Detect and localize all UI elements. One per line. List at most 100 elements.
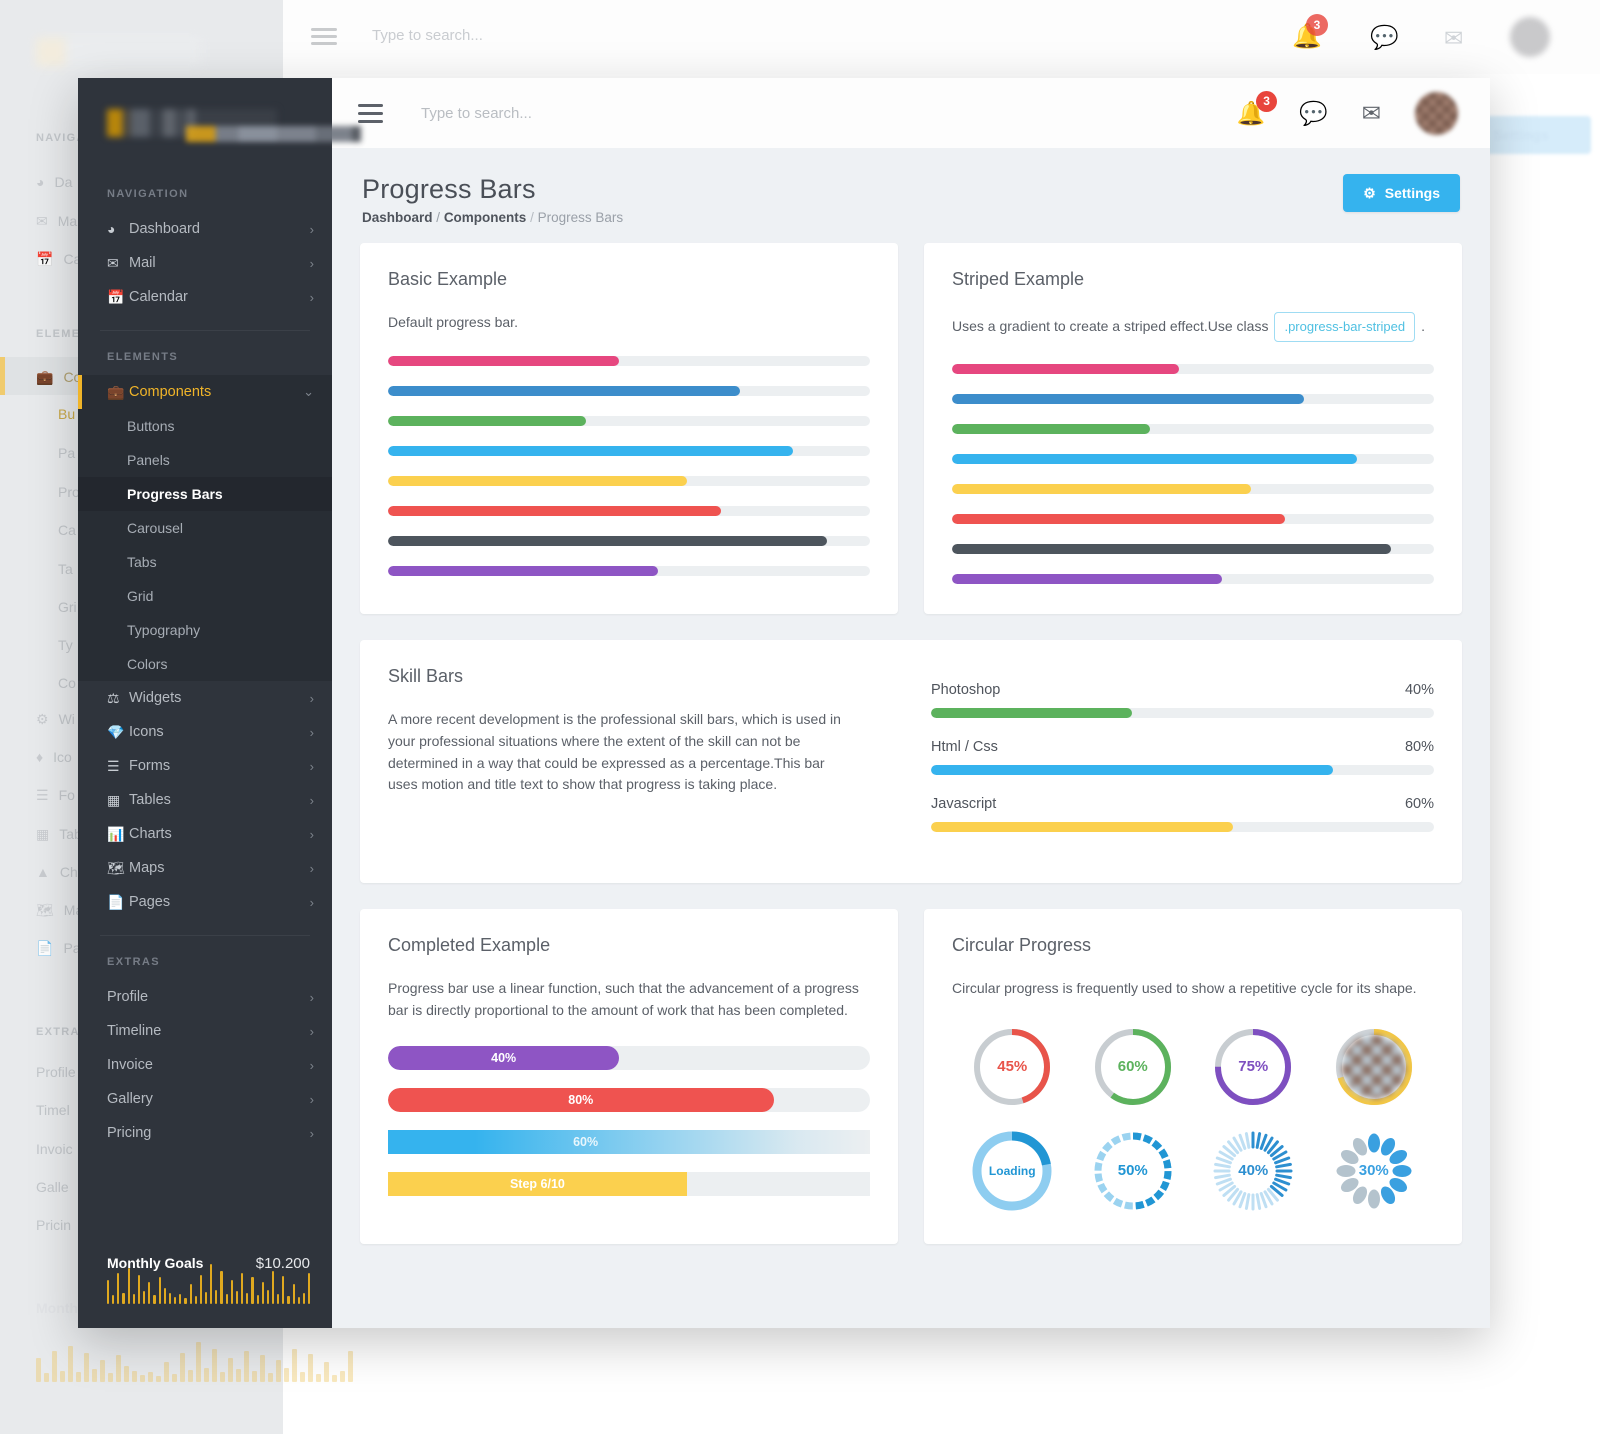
row-basic-striped: Basic Example Default progress bar. Stri… (360, 243, 1462, 615)
card-title: Completed Example (388, 935, 551, 956)
sidebar-item-pricing[interactable]: Pricing › (78, 1116, 332, 1150)
sparkline-bar (316, 1374, 321, 1382)
breadcrumb: Dashboard / Components / Progress Bars (362, 210, 623, 225)
sidebar-item-calendar[interactable]: 📅 Calendar › (78, 280, 332, 314)
sidebar-sub-carousel[interactable]: Carousel (78, 511, 332, 545)
background-goals-label: Monthl (36, 1300, 82, 1316)
sidebar-item-icons[interactable]: 💎 Icons › (78, 715, 332, 749)
progress-bar-dark (388, 535, 827, 546)
sidebar-sub-buttons[interactable]: Buttons (78, 409, 332, 443)
sparkline-bar (108, 1373, 113, 1382)
sidebar-item-timeline[interactable]: Timeline › (78, 1014, 332, 1048)
chevron-right-icon: › (309, 1091, 314, 1107)
card-completed-example: Completed Example Progress bar use a lin… (360, 909, 898, 1244)
sidebar-sub-typography[interactable]: Typography (78, 613, 332, 647)
card-description: Uses a gradient to create a striped effe… (952, 312, 1434, 343)
progress-track (952, 484, 1434, 495)
chevron-right-icon: › (309, 860, 314, 876)
sparkline-bar (324, 1362, 329, 1382)
background-item-widgets: ⚙ Wi (36, 711, 75, 727)
mail-icon: ✉ (107, 254, 119, 271)
background-item-components: 💼 Co (36, 369, 82, 385)
sidebar-item-label: Invoice (107, 1057, 153, 1073)
progress-bar-yellow (388, 475, 687, 486)
sidebar-nav: NAVIGATION ◕ Dashboard › ✉ Mail › 📅 Cale… (78, 168, 332, 1255)
background-accent-strip (0, 357, 5, 395)
sidebar-sub-tabs[interactable]: Tabs (78, 545, 332, 579)
settings-button[interactable]: ⚙ Settings (1343, 174, 1460, 212)
progress-track (952, 454, 1434, 465)
sidebar-item-charts[interactable]: 📊 Charts › (78, 817, 332, 851)
background-sub-panels: Pa (58, 445, 76, 461)
sparkline-bar (132, 1370, 137, 1382)
sidebar-sub-progress-bars[interactable]: Progress Bars (78, 477, 332, 511)
background-item-pricing: Pricin (36, 1217, 72, 1233)
sidebar-item-dashboard[interactable]: ◕ Dashboard › (78, 212, 332, 246)
skill-track (931, 822, 1434, 833)
chat-icon[interactable]: 💬 (1299, 101, 1328, 125)
sidebar: NAVIGATION ◕ Dashboard › ✉ Mail › 📅 Cale… (78, 78, 361, 1328)
sidebar-item-label: Tables (129, 792, 171, 808)
sparkline-bar (261, 1281, 264, 1304)
mail-icon[interactable]: ✉ (1362, 101, 1381, 125)
sidebar-item-label: Forms (129, 758, 171, 774)
sparkline-bar (172, 1374, 177, 1382)
sparkline-bar (68, 1346, 73, 1382)
sparkline-bar (268, 1373, 273, 1382)
skill-value: 80% (1404, 739, 1434, 756)
monthly-goals-label: Monthly Goals (107, 1255, 204, 1271)
sidebar-item-gallery[interactable]: Gallery › (78, 1082, 332, 1116)
sparkline-bar (148, 1281, 151, 1304)
sidebar-item-label: Mail (129, 255, 156, 271)
progress-track (952, 364, 1434, 375)
code-chip: .progress-bar-striped (1274, 312, 1416, 343)
sparkline-bar (340, 1370, 345, 1382)
sidebar-item-label: Gallery (107, 1091, 153, 1107)
search-input[interactable] (421, 104, 1237, 122)
progress-bar-blue (388, 385, 740, 396)
card-title: Skill Bars (388, 666, 464, 687)
background-logo (36, 38, 201, 66)
main-area: 🔔 3 💬 ✉ Progress Bars Dashboard / Compon… (332, 78, 1490, 1328)
progress-track (388, 475, 870, 486)
sparkline-bar (140, 1375, 145, 1382)
sparkline-bar (302, 1292, 306, 1304)
sidebar-item-mail[interactable]: ✉ Mail › (78, 246, 332, 280)
completed-progress-bar-red-striped: 80% (388, 1087, 774, 1112)
sidebar-item-pages[interactable]: 📄 Pages › (78, 885, 332, 919)
skill-value: 60% (1404, 796, 1434, 813)
chevron-right-icon: › (309, 289, 314, 305)
sidebar-item-profile[interactable]: Profile › (78, 980, 332, 1014)
sidebar-item-widgets[interactable]: ⚖ Widgets › (78, 681, 332, 715)
sidebar-item-forms[interactable]: ☰ Forms › (78, 749, 332, 783)
sparkline-bar (36, 1357, 41, 1382)
sidebar-sub-panels[interactable]: Panels (78, 443, 332, 477)
sparkline-bar (196, 1342, 201, 1382)
hamburger-icon[interactable] (358, 103, 383, 123)
sparkline-bar (179, 1294, 182, 1304)
sidebar-item-maps[interactable]: 🗺 Maps › (78, 851, 332, 885)
chevron-right-icon: › (309, 758, 314, 774)
brand-logo[interactable] (78, 78, 332, 168)
sidebar-item-tables[interactable]: ▦ Tables › (78, 783, 332, 817)
background-bell-badge: 3 (1306, 14, 1328, 36)
circular-progress-label: 40% (1238, 1162, 1269, 1180)
circle-loading: Loading (971, 1130, 1053, 1212)
breadcrumb-root[interactable]: Dashboard (362, 210, 433, 225)
sparkline-bar (44, 1373, 49, 1382)
chevron-right-icon: › (309, 1023, 314, 1039)
breadcrumb-parent[interactable]: Components (444, 210, 527, 225)
sidebar-item-components[interactable]: 💼 Components ⌄ (78, 375, 332, 409)
bell-icon[interactable]: 🔔 3 (1236, 90, 1278, 125)
progress-track (952, 394, 1434, 405)
sidebar-item-invoice[interactable]: Invoice › (78, 1048, 332, 1082)
sidebar-item-label: Timeline (107, 1023, 162, 1039)
chevron-down-icon: ⌄ (303, 384, 314, 399)
background-search-placeholder: Type to search... (372, 27, 483, 44)
sidebar-sub-grid[interactable]: Grid (78, 579, 332, 613)
avatar[interactable] (1415, 91, 1458, 135)
sidebar-submenu-components: Buttons Panels Progress Bars Carousel Ta… (78, 409, 332, 681)
background-item-forms: ☰ Fo (36, 787, 75, 803)
sidebar-sub-colors[interactable]: Colors (78, 647, 332, 681)
chevron-right-icon: › (309, 255, 314, 271)
